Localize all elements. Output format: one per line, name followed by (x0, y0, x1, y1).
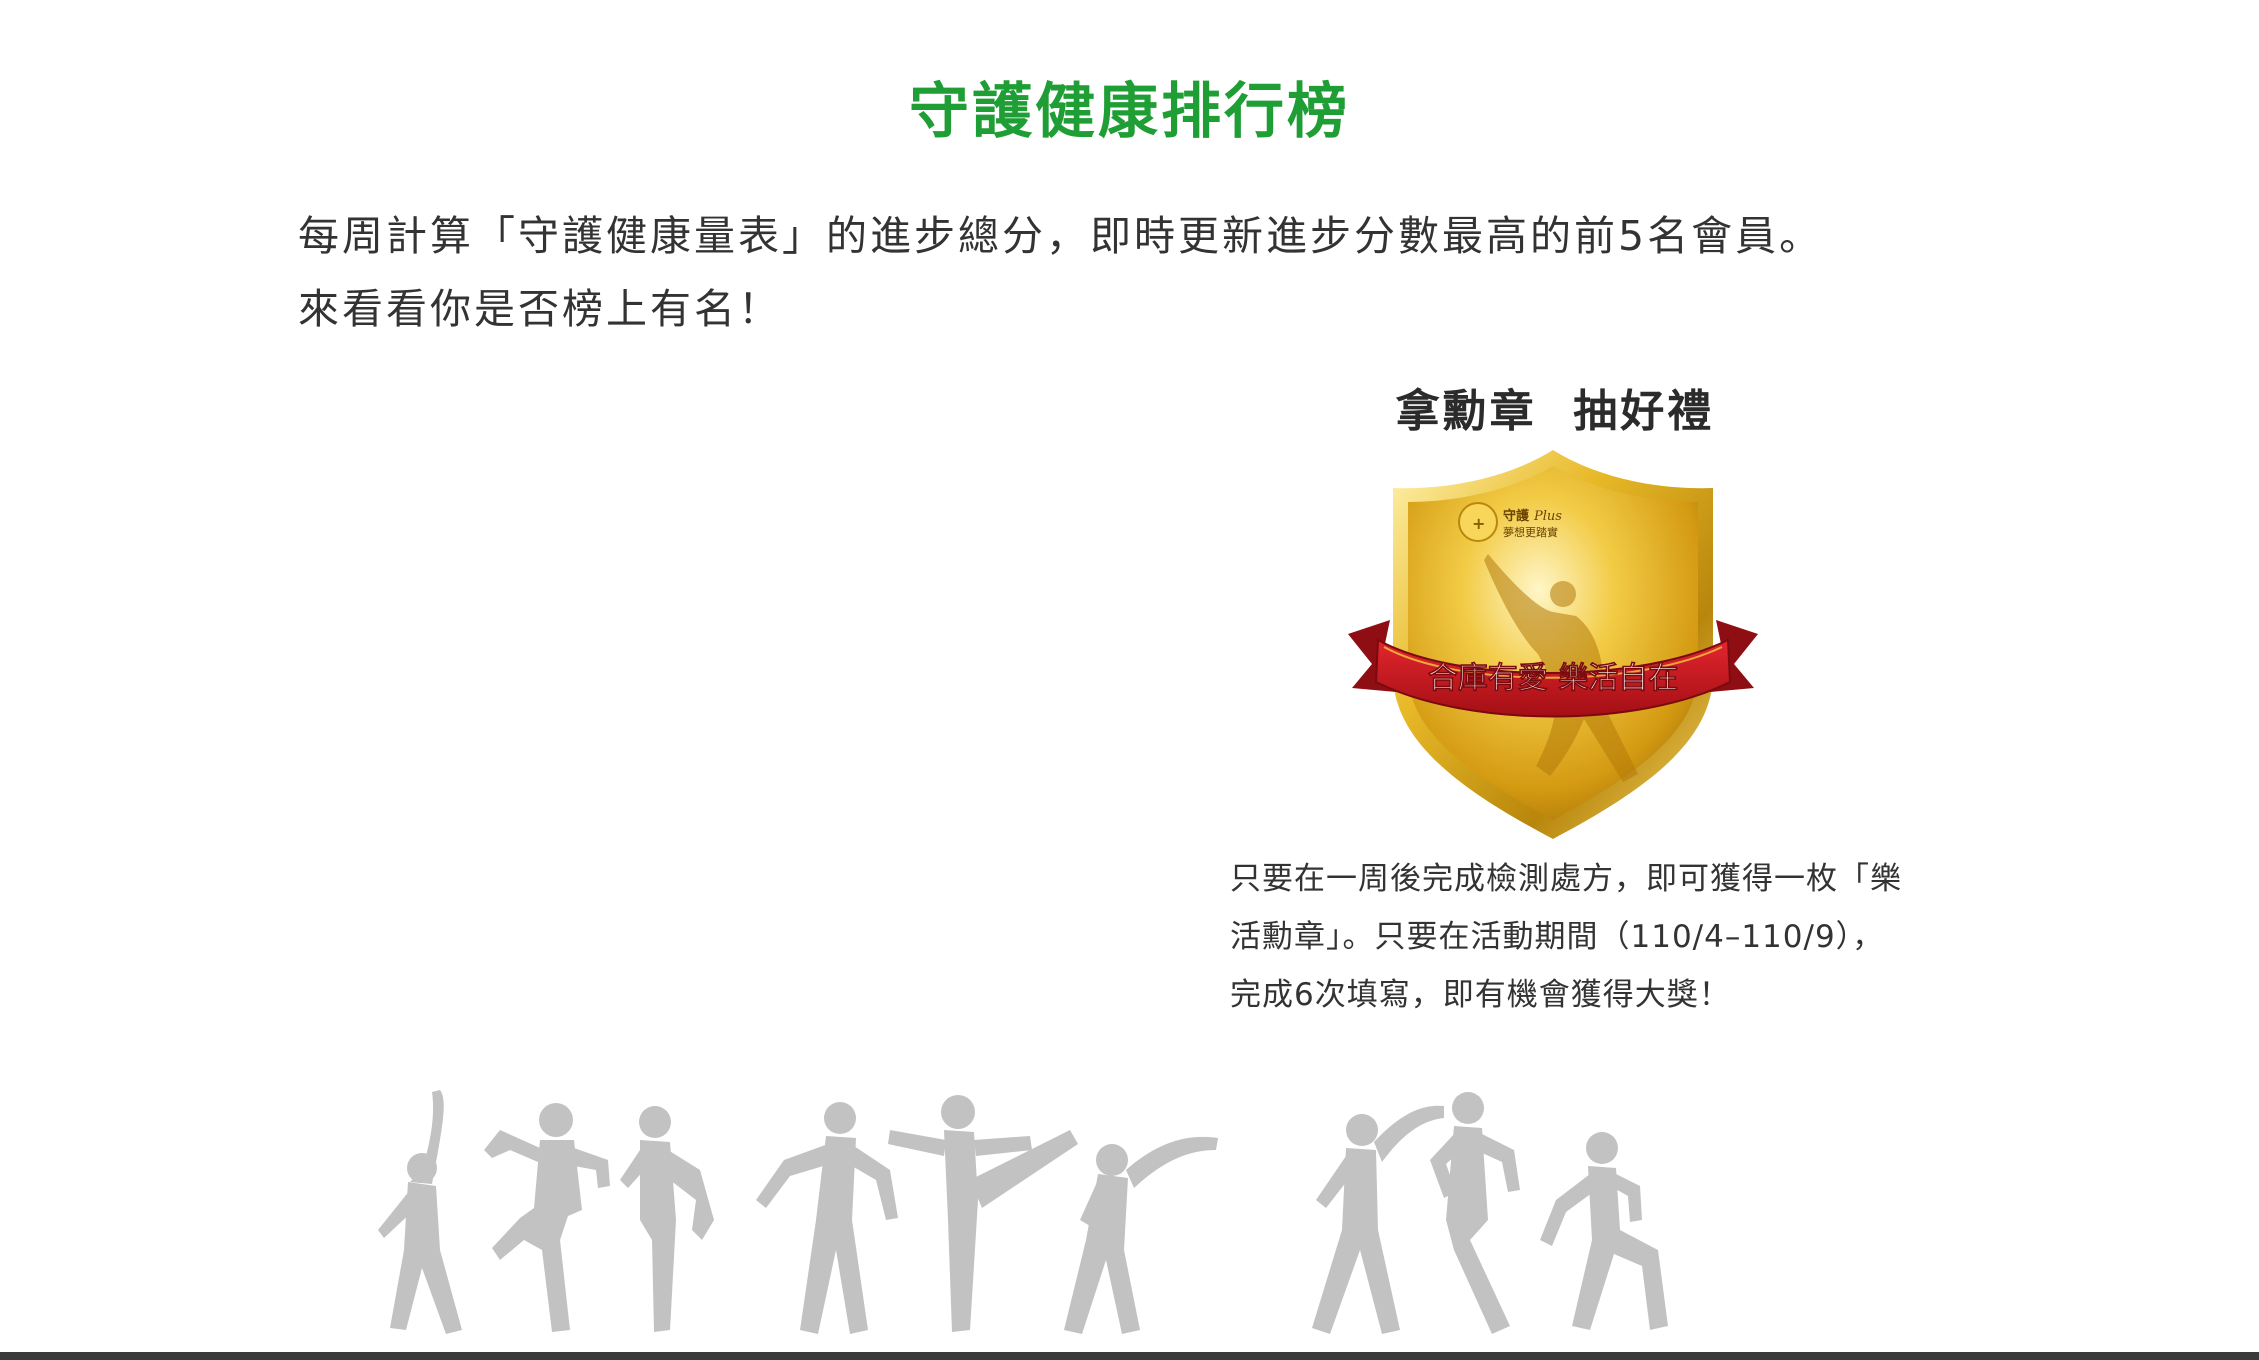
intro-line-1: 每周計算「守護健康量表」的進步總分，即時更新進步分數最高的前5名會員。 (298, 212, 1824, 260)
badge-logo-text-1: 守護 (1503, 508, 1530, 524)
page-title: 守護健康排行榜 (909, 77, 1350, 147)
medal-desc-line-1: 只要在一周後完成檢測處方，即可獲得一枚「樂 (1230, 861, 1902, 897)
medal-desc-line-2: 活勳章」。只要在活動期間（110/4–110/9）， (1230, 919, 1885, 955)
medal-shield-icon: + 守護 Plus 夢想更踏實 合庫有愛 樂活自在 (1338, 444, 1768, 844)
medal-desc-line-3: 完成6次填寫，即有機會獲得大獎！ (1230, 977, 1731, 1013)
badge-ribbon-text: 合庫有愛 樂活自在 (1428, 661, 1678, 696)
medal-section: 拿勳章 抽好禮 + 守護 Plus 夢想更踏實 合庫有愛 樂活自在 只要在一周後… (1230, 380, 1950, 1030)
svg-text:+: + (1472, 514, 1485, 533)
dancer-silhouettes-icon (370, 1090, 1770, 1352)
intro-line-2: 來看看你是否榜上有名！ (298, 285, 782, 333)
footer-divider (0, 1352, 2259, 1360)
medal-description: 只要在一周後完成檢測處方，即可獲得一枚「樂 活勳章」。只要在活動期間（110/4… (1230, 850, 1950, 1024)
badge-logo-script: Plus (1533, 509, 1562, 524)
badge-logo-text-2: 夢想更踏實 (1503, 525, 1558, 539)
intro-text: 每周計算「守護健康量表」的進步總分，即時更新進步分數最高的前5名會員。 來看看你… (298, 200, 2018, 346)
medal-title: 拿勳章 抽好禮 (1395, 386, 1715, 437)
